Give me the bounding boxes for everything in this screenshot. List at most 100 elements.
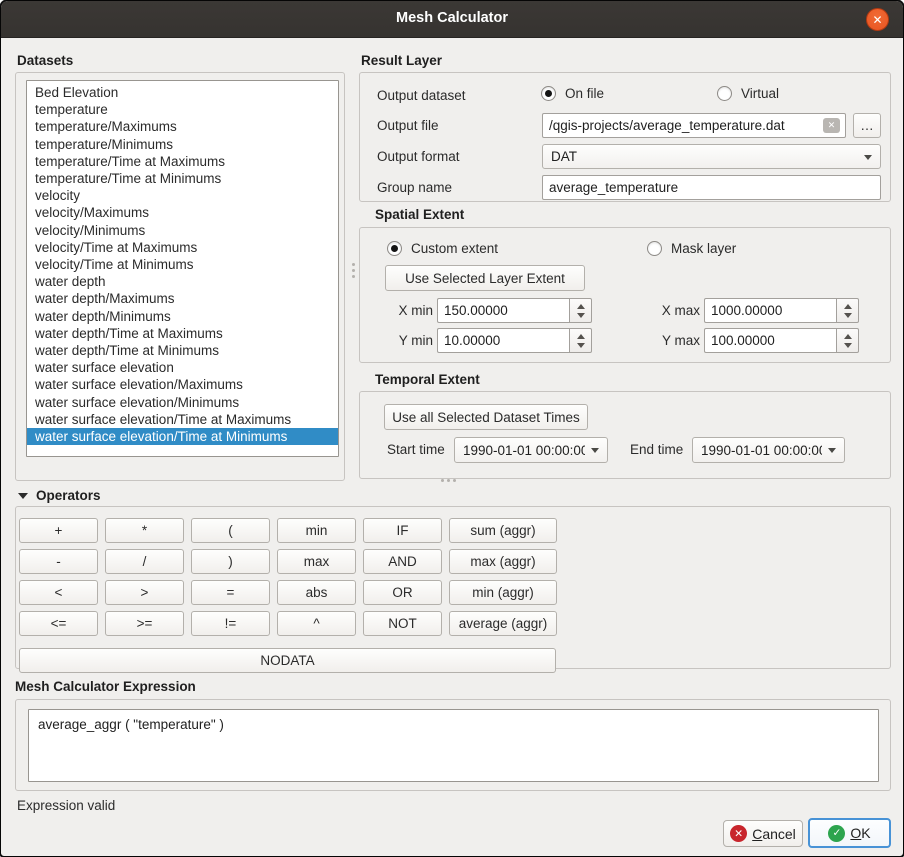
operator-button[interactable]: max (aggr) (449, 549, 557, 574)
x-min-spinbox (437, 298, 592, 323)
radio-virtual-control (717, 86, 732, 101)
result-layer-group-frame: Output dataset On file Virtual Output fi… (359, 72, 891, 202)
dataset-item[interactable]: temperature/Time at Minimums (27, 170, 338, 187)
dataset-item[interactable]: water depth/Minimums (27, 308, 338, 325)
radio-virtual[interactable]: Virtual (717, 86, 779, 101)
radio-custom-extent[interactable]: Custom extent (387, 241, 498, 256)
x-min-spin-buttons[interactable] (569, 298, 592, 323)
temporal-extent-group-title: Temporal Extent (375, 372, 480, 387)
spin-up-icon (844, 304, 852, 309)
radio-virtual-label: Virtual (741, 86, 779, 101)
operator-button[interactable]: / (105, 549, 184, 574)
dataset-item[interactable]: water surface elevation/Maximums (27, 376, 338, 393)
dataset-item[interactable]: temperature/Maximums (27, 118, 338, 135)
group-name-input[interactable] (542, 175, 881, 200)
use-selected-layer-extent-label: Use Selected Layer Extent (405, 271, 565, 286)
y-min-spin-buttons[interactable] (569, 328, 592, 353)
end-time-select[interactable]: 1990-01-01 00:00:00 (692, 437, 845, 463)
y-max-input[interactable] (704, 328, 836, 353)
y-max-spin-buttons[interactable] (836, 328, 859, 353)
dataset-item[interactable]: temperature (27, 101, 338, 118)
dataset-item[interactable]: water surface elevation/Time at Minimums (27, 428, 338, 445)
use-all-dataset-times-button[interactable]: Use all Selected Dataset Times (384, 404, 588, 430)
datasets-group-title: Datasets (17, 53, 73, 68)
start-time-select[interactable]: 1990-01-01 00:00:00 (454, 437, 608, 463)
operator-button[interactable]: ( (191, 518, 270, 543)
dataset-item[interactable]: Bed Elevation (27, 84, 338, 101)
operator-button[interactable]: != (191, 611, 270, 636)
spin-down-icon (844, 313, 852, 318)
ok-button-label: OK (850, 825, 870, 841)
operator-button[interactable]: abs (277, 580, 356, 605)
dataset-item[interactable]: water surface elevation (27, 359, 338, 376)
dataset-item[interactable]: water surface elevation/Time at Maximums (27, 411, 338, 428)
dataset-item[interactable]: temperature/Minimums (27, 136, 338, 153)
dataset-item[interactable]: water surface elevation/Minimums (27, 394, 338, 411)
operator-button[interactable]: NOT (363, 611, 442, 636)
end-time-value: 1990-01-01 00:00:00 (701, 443, 822, 458)
operator-button[interactable]: IF (363, 518, 442, 543)
use-selected-layer-extent-button[interactable]: Use Selected Layer Extent (385, 265, 585, 291)
cancel-button-label: Cancel (752, 826, 796, 842)
radio-on-file[interactable]: On file (541, 86, 604, 101)
operator-button[interactable]: sum (aggr) (449, 518, 557, 543)
operator-button[interactable]: average (aggr) (449, 611, 557, 636)
x-max-input[interactable] (704, 298, 836, 323)
output-dataset-label: Output dataset (377, 88, 466, 103)
use-all-dataset-times-label: Use all Selected Dataset Times (392, 410, 580, 425)
cancel-button[interactable]: ✕ Cancel (723, 820, 803, 847)
x-min-label: X min (391, 303, 433, 318)
expression-textarea[interactable]: average_aggr ( "temperature" ) (28, 709, 879, 782)
chevron-down-icon (591, 448, 599, 453)
output-file-input[interactable] (542, 113, 846, 138)
operator-button[interactable]: ) (191, 549, 270, 574)
operator-button[interactable]: < (19, 580, 98, 605)
ok-button[interactable]: ✓ OK (808, 818, 891, 848)
chevron-down-icon (828, 448, 836, 453)
clear-icon-glyph: ✕ (828, 120, 836, 131)
horizontal-splitter-handle[interactable] (441, 479, 444, 482)
operator-button[interactable]: >= (105, 611, 184, 636)
dataset-item[interactable]: water depth/Time at Minimums (27, 342, 338, 359)
dataset-item[interactable]: water depth/Time at Maximums (27, 325, 338, 342)
output-format-select[interactable]: DAT (542, 144, 881, 169)
expression-group-frame: average_aggr ( "temperature" ) (15, 699, 891, 791)
vertical-splitter-handle[interactable] (352, 263, 355, 266)
x-max-spin-buttons[interactable] (836, 298, 859, 323)
dataset-item[interactable]: velocity (27, 187, 338, 204)
dataset-item[interactable]: velocity/Time at Maximums (27, 239, 338, 256)
dataset-item[interactable]: water depth/Maximums (27, 290, 338, 307)
operator-button[interactable]: OR (363, 580, 442, 605)
ok-icon-glyph: ✓ (832, 827, 841, 839)
operators-group-title: Operators (36, 488, 101, 503)
operator-button[interactable]: <= (19, 611, 98, 636)
operator-button[interactable]: min (277, 518, 356, 543)
temporal-extent-group-frame: Use all Selected Dataset Times Start tim… (359, 391, 891, 479)
x-max-label: X max (654, 303, 700, 318)
x-min-input[interactable] (437, 298, 569, 323)
radio-mask-layer[interactable]: Mask layer (647, 241, 736, 256)
browse-button[interactable]: … (853, 113, 881, 138)
operator-button[interactable]: > (105, 580, 184, 605)
dataset-item[interactable]: velocity/Time at Minimums (27, 256, 338, 273)
x-max-spinbox (704, 298, 859, 323)
close-button[interactable]: ✕ (866, 8, 889, 31)
expression-group-title: Mesh Calculator Expression (15, 679, 196, 694)
dataset-item[interactable]: velocity/Minimums (27, 222, 338, 239)
y-min-input[interactable] (437, 328, 569, 353)
operator-button[interactable]: - (19, 549, 98, 574)
operator-button[interactable]: max (277, 549, 356, 574)
operator-button[interactable]: AND (363, 549, 442, 574)
spin-up-icon (577, 334, 585, 339)
nodata-button[interactable]: NODATA (19, 648, 556, 673)
operator-button[interactable]: * (105, 518, 184, 543)
operator-button[interactable]: + (19, 518, 98, 543)
dataset-item[interactable]: velocity/Maximums (27, 204, 338, 221)
dataset-item[interactable]: temperature/Time at Maximums (27, 153, 338, 170)
dataset-item[interactable]: water depth (27, 273, 338, 290)
operator-button[interactable]: min (aggr) (449, 580, 557, 605)
operator-button[interactable]: ^ (277, 611, 356, 636)
clear-icon[interactable]: ✕ (823, 118, 840, 133)
collapse-triangle-icon[interactable] (18, 493, 28, 499)
operator-button[interactable]: = (191, 580, 270, 605)
